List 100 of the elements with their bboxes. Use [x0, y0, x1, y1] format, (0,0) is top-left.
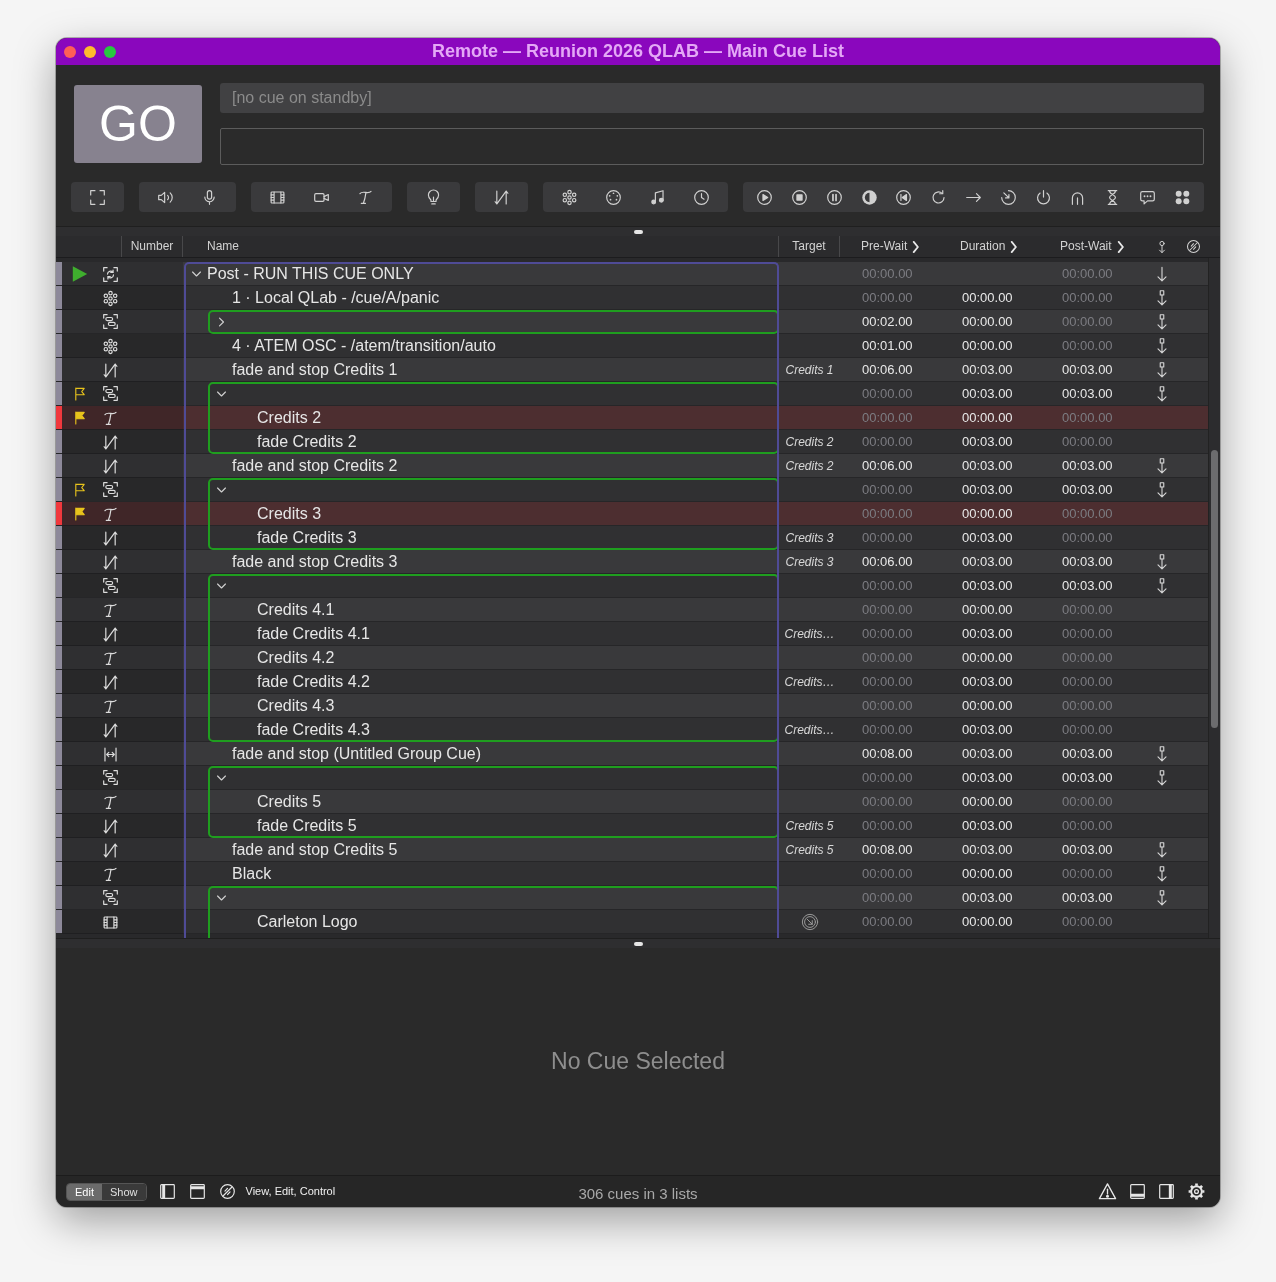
- gear-icon[interactable]: [1187, 1182, 1206, 1201]
- chevron-right-icon[interactable]: [911, 240, 921, 253]
- scrollbar-thumb[interactable]: [1211, 450, 1218, 728]
- mode-tab[interactable]: Edit: [67, 1183, 102, 1200]
- warning-icon[interactable]: [1098, 1182, 1117, 1201]
- stop-circle-icon[interactable]: [791, 188, 809, 206]
- fade-icon: [101, 433, 119, 451]
- cue-name: fade and stop Credits 2: [232, 456, 398, 476]
- cue-row[interactable]: 00:00.00 00:03.00 00:03.00: [56, 766, 1208, 790]
- pause-circle-icon[interactable]: [825, 188, 843, 206]
- cue-row[interactable]: fade and stop Credits 5 Credits 5 00:08.00 00:03.00 00:03.00: [56, 838, 1208, 862]
- stacked-bars-icon: [101, 577, 119, 594]
- corners-icon[interactable]: [89, 188, 106, 206]
- splitter-handle[interactable]: [633, 229, 643, 234]
- duration-time: 00:03.00: [962, 576, 1013, 595]
- cue-row[interactable]: Credits 5 00:00.00 00:00.00 00:00.00: [56, 790, 1208, 814]
- pre-wait-time: 00:01.00: [862, 337, 913, 356]
- cue-name: fade and stop Credits 1: [232, 360, 398, 380]
- play-circle-icon[interactable]: [756, 188, 774, 206]
- standby-field[interactable]: [no cue on standby]: [220, 83, 1204, 113]
- microphone-icon[interactable]: [201, 188, 218, 206]
- minimize-button[interactable]: [84, 45, 96, 58]
- fade-icon[interactable]: [493, 188, 510, 206]
- power-icon[interactable]: [1034, 188, 1052, 206]
- socket-icon[interactable]: [605, 188, 622, 206]
- light-bulb-icon[interactable]: [425, 188, 442, 206]
- cue-row[interactable]: fade Credits 4.1 Credits… 00:00.00 00:03.00 00:00.00: [56, 622, 1208, 646]
- cue-row[interactable]: 4 · ATEM OSC - /atem/transition/auto 00:01.00 00:00.00 00:00.00: [56, 334, 1208, 358]
- half-circle-icon[interactable]: [860, 188, 878, 206]
- skip-back-circle-icon[interactable]: [895, 188, 913, 206]
- cue-row[interactable]: Credits 4.1 00:00.00 00:00.00 00:00.00: [56, 598, 1208, 622]
- column-header[interactable]: Number: [130, 236, 174, 257]
- column-header[interactable]: Duration: [960, 236, 1006, 257]
- sidebar-left-icon[interactable]: [158, 1183, 176, 1200]
- cue-row[interactable]: Credits 3 00:00.00 00:00.00 00:00.00: [56, 502, 1208, 526]
- cue-row[interactable]: Credits 4.2 00:00.00 00:00.00 00:00.00: [56, 646, 1208, 670]
- post-wait-time: 00:03.00: [1062, 480, 1113, 499]
- zoom-button[interactable]: [104, 45, 116, 58]
- circle-slash-icon[interactable]: [1185, 239, 1201, 254]
- cue-row[interactable]: 00:00.00 00:03.00 00:03.00: [56, 382, 1208, 406]
- chevron-right-icon[interactable]: [1115, 240, 1125, 253]
- duration-time: 00:00.00: [962, 793, 1013, 812]
- cue-row[interactable]: fade Credits 5 Credits 5 00:00.00 00:03.00 00:00.00: [56, 814, 1208, 838]
- column-header[interactable]: Name: [207, 236, 239, 257]
- column-header[interactable]: Post-Wait: [1060, 236, 1112, 257]
- cue-row[interactable]: fade and stop Credits 3 Credits 3 00:06.00 00:03.00 00:03.00: [56, 550, 1208, 574]
- cue-row[interactable]: 00:00.00 00:03.00 00:03.00: [56, 886, 1208, 910]
- cue-row[interactable]: Post - RUN THIS CUE ONLY 00:00.00 00:00.00: [56, 262, 1208, 286]
- speech-bubble-icon[interactable]: [1138, 188, 1156, 206]
- film-icon: [101, 913, 119, 931]
- fade-icon: [101, 721, 119, 739]
- cue-row[interactable]: Black 00:00.00 00:00.00 00:00.00: [56, 862, 1208, 886]
- panel-top-icon[interactable]: [188, 1183, 206, 1200]
- reset-icon[interactable]: [930, 188, 948, 206]
- notes-field[interactable]: [220, 128, 1204, 165]
- cue-row[interactable]: Credits 4.3 00:00.00 00:00.00 00:00.00: [56, 694, 1208, 718]
- cue-row[interactable]: fade and stop Credits 2 Credits 2 00:06.00 00:03.00 00:03.00: [56, 454, 1208, 478]
- letter-t-icon[interactable]: [357, 188, 374, 206]
- pre-wait-time: 00:06.00: [862, 553, 913, 572]
- cue-row[interactable]: fade Credits 3 Credits 3 00:00.00 00:03.00 00:00.00: [56, 526, 1208, 550]
- splitter-handle[interactable]: [633, 941, 643, 946]
- chevron-right-icon[interactable]: [1009, 240, 1019, 253]
- go-button[interactable]: GO: [74, 85, 202, 163]
- pre-wait-time: 00:00.00: [862, 529, 913, 548]
- post-wait-time: 00:00.00: [1062, 913, 1113, 932]
- fade-icon: [101, 841, 119, 859]
- cue-row[interactable]: fade Credits 4.2 Credits… 00:00.00 00:03.00 00:00.00: [56, 670, 1208, 694]
- duration-time: 00:03.00: [962, 673, 1013, 692]
- fade-icon: [101, 673, 119, 691]
- panel-right-icon[interactable]: [1158, 1183, 1175, 1200]
- mode-tab[interactable]: Show: [101, 1183, 146, 1200]
- letter-t-icon: [101, 601, 119, 619]
- cue-target: Credits…: [784, 674, 835, 691]
- cue-row[interactable]: fade Credits 4.3 Credits… 00:00.00 00:03.00 00:00.00: [56, 718, 1208, 742]
- circle-slash-icon[interactable]: [218, 1183, 236, 1200]
- cue-row[interactable]: Credits 2 00:00.00 00:00.00 00:00.00: [56, 406, 1208, 430]
- cue-row[interactable]: 1 · Local QLab - /cue/A/panic 00:00.00 00:00.00 00:00.00: [56, 286, 1208, 310]
- cue-row[interactable]: fade and stop Credits 1 Credits 1 00:06.00 00:03.00 00:03.00: [56, 358, 1208, 382]
- pre-wait-time: 00:06.00: [862, 361, 913, 380]
- pre-wait-time: 00:00.00: [862, 625, 913, 644]
- pre-wait-time: 00:00.00: [862, 384, 913, 403]
- stacked-bars-icon: [101, 313, 119, 330]
- column-header[interactable]: Target: [792, 236, 826, 257]
- music-note-icon[interactable]: [649, 188, 666, 206]
- cue-row[interactable]: fade and stop (Untitled Group Cue) 00:08.00 00:03.00 00:03.00: [56, 742, 1208, 766]
- cue-row[interactable]: fade Credits 2 Credits 2 00:00.00 00:03.00 00:00.00: [56, 430, 1208, 454]
- clock-icon[interactable]: [693, 188, 710, 206]
- cue-row[interactable]: 00:00.00 00:03.00 00:03.00: [56, 574, 1208, 598]
- network-icon[interactable]: [561, 188, 578, 206]
- cue-name: Carleton Logo: [257, 912, 358, 932]
- circle-arrow-icon[interactable]: [999, 188, 1017, 206]
- film-icon[interactable]: [269, 188, 286, 206]
- cue-row[interactable]: Carleton Logo 00:00.00 00:00.00 00:00.00: [56, 910, 1208, 934]
- cue-row[interactable]: 00:00.00 00:03.00 00:03.00: [56, 478, 1208, 502]
- post-wait-time: 00:03.00: [1062, 553, 1113, 572]
- inspector-message: No Cue Selected: [551, 1047, 725, 1077]
- panel-bottom-icon[interactable]: [1129, 1183, 1146, 1200]
- column-header[interactable]: Pre-Wait: [861, 236, 908, 257]
- cue-row[interactable]: 00:02.00 00:00.00 00:00.00: [56, 310, 1208, 334]
- four-dots-icon[interactable]: [1173, 188, 1191, 206]
